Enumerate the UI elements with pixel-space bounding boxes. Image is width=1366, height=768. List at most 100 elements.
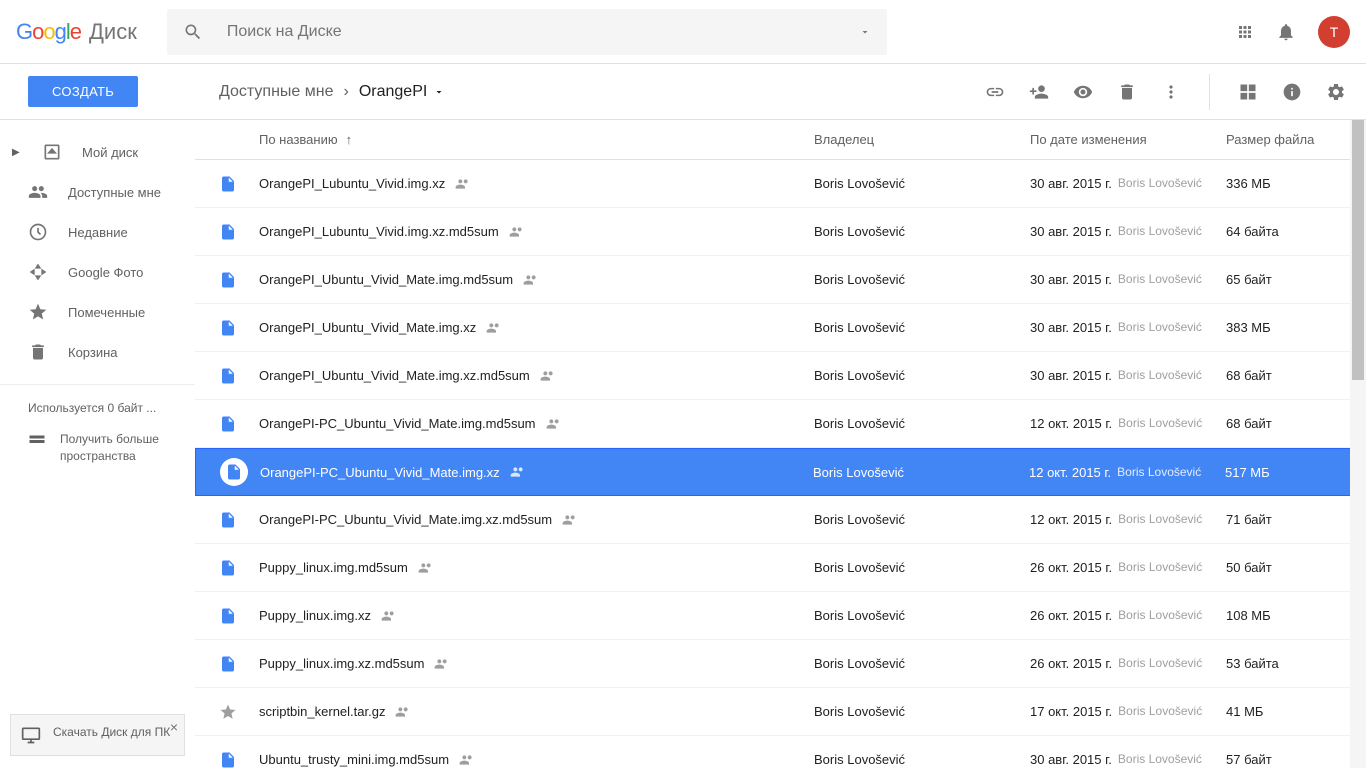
sidebar-item-shared[interactable]: Доступные мне (0, 172, 195, 212)
breadcrumb-current[interactable]: OrangePI (359, 83, 445, 101)
sidebar-item-label: Недавние (68, 225, 128, 240)
table-row[interactable]: Puppy_linux.img.xz.md5sumBoris Lovošević… (195, 640, 1366, 688)
file-icon (220, 458, 260, 486)
sidebar-item-starred[interactable]: Помеченные (0, 292, 195, 332)
scrollbar-thumb[interactable] (1352, 120, 1364, 380)
header: Google Диск T (0, 0, 1366, 64)
star-icon (28, 302, 48, 322)
shared-icon (509, 224, 525, 240)
file-icon (219, 559, 259, 577)
table-row[interactable]: scriptbin_kernel.tar.gzBoris Lovošević17… (195, 688, 1366, 736)
file-size: 50 байт (1226, 560, 1366, 575)
file-date: 30 авг. 2015 г.Boris Lovošević (1030, 320, 1226, 335)
close-icon[interactable]: × (170, 719, 178, 735)
column-owner[interactable]: Владелец (814, 132, 1030, 147)
info-icon[interactable] (1282, 82, 1302, 102)
sidebar: ▶ Мой диск Доступные мне Недавние Google… (0, 120, 195, 768)
file-name: OrangePI_Ubuntu_Vivid_Mate.img.xz (259, 320, 814, 336)
download-drive-card[interactable]: × Скачать Диск для ПК (10, 714, 185, 756)
table-row[interactable]: Puppy_linux.img.md5sumBoris Lovošević26 … (195, 544, 1366, 592)
breadcrumb-root[interactable]: Доступные мне (219, 83, 334, 101)
file-icon (219, 223, 259, 241)
sidebar-item-photos[interactable]: Google Фото (0, 252, 195, 292)
table-row[interactable]: OrangePI-PC_Ubuntu_Vivid_Mate.img.md5sum… (195, 400, 1366, 448)
table-row[interactable]: Puppy_linux.img.xzBoris Lovošević26 окт.… (195, 592, 1366, 640)
divider (1209, 74, 1210, 110)
search-icon (183, 22, 203, 42)
sidebar-item-mydrive[interactable]: ▶ Мой диск (0, 132, 195, 172)
file-icon (219, 607, 259, 625)
table-row[interactable]: OrangePI_Lubuntu_Vivid.img.xzBoris Lovoš… (195, 160, 1366, 208)
file-list: По названию ↑ Владелец По дате изменения… (195, 120, 1366, 768)
column-headers: По названию ↑ Владелец По дате изменения… (195, 120, 1366, 160)
upgrade-label: Получить больше пространства (60, 431, 183, 465)
file-size: 336 МБ (1226, 176, 1366, 191)
table-row[interactable]: OrangePI_Ubuntu_Vivid_Mate.img.xz.md5sum… (195, 352, 1366, 400)
column-modified[interactable]: По дате изменения (1030, 132, 1226, 147)
sidebar-item-recent[interactable]: Недавние (0, 212, 195, 252)
table-row[interactable]: Ubuntu_trusty_mini.img.md5sumBoris Lovoš… (195, 736, 1366, 768)
file-date: 26 окт. 2015 г.Boris Lovošević (1030, 656, 1226, 671)
shared-icon (381, 608, 397, 624)
more-icon[interactable] (1161, 82, 1181, 102)
google-logo: Google (16, 19, 81, 45)
upgrade-storage[interactable]: Получить больше пространства (0, 423, 195, 473)
apps-icon[interactable] (1236, 23, 1254, 41)
file-name: OrangePI-PC_Ubuntu_Vivid_Mate.img.xz.md5… (259, 512, 814, 528)
sidebar-item-trash[interactable]: Корзина (0, 332, 195, 372)
file-name: OrangePI_Ubuntu_Vivid_Mate.img.md5sum (259, 272, 814, 288)
file-date: 26 окт. 2015 г.Boris Lovošević (1030, 608, 1226, 623)
file-icon (219, 271, 259, 289)
file-owner: Boris Lovošević (814, 512, 1030, 527)
file-date: 30 авг. 2015 г.Boris Lovošević (1030, 752, 1226, 767)
table-row[interactable]: OrangePI_Ubuntu_Vivid_Mate.img.md5sumBor… (195, 256, 1366, 304)
file-date: 30 авг. 2015 г.Boris Lovošević (1030, 176, 1226, 191)
table-row[interactable]: OrangePI_Ubuntu_Vivid_Mate.img.xzBoris L… (195, 304, 1366, 352)
sidebar-item-label: Доступные мне (68, 185, 161, 200)
file-name: Puppy_linux.img.md5sum (259, 560, 814, 576)
column-name[interactable]: По названию ↑ (219, 132, 814, 147)
file-size: 41 МБ (1226, 704, 1366, 719)
file-icon (219, 175, 259, 193)
file-owner: Boris Lovošević (814, 272, 1030, 287)
file-icon (219, 319, 259, 337)
create-button[interactable]: СОЗДАТЬ (28, 76, 138, 107)
file-date: 12 окт. 2015 г.Boris Lovošević (1030, 416, 1226, 431)
table-row[interactable]: OrangePI_Lubuntu_Vivid.img.xz.md5sumBori… (195, 208, 1366, 256)
notifications-icon[interactable] (1276, 22, 1296, 42)
link-icon[interactable] (985, 82, 1005, 102)
preview-icon[interactable] (1073, 82, 1093, 102)
drive-icon (42, 142, 62, 162)
logo[interactable]: Google Диск (16, 19, 137, 45)
delete-icon[interactable] (1117, 82, 1137, 102)
download-label: Скачать Диск для ПК (53, 725, 170, 739)
grid-view-icon[interactable] (1238, 82, 1258, 102)
search-dropdown-icon[interactable] (859, 26, 871, 38)
drive-label: Диск (89, 19, 137, 45)
file-size: 383 МБ (1226, 320, 1366, 335)
file-name: OrangePI_Ubuntu_Vivid_Mate.img.xz.md5sum (259, 368, 814, 384)
table-row[interactable]: OrangePI-PC_Ubuntu_Vivid_Mate.img.xzBori… (195, 448, 1366, 496)
share-icon[interactable] (1029, 82, 1049, 102)
chevron-right-icon: › (344, 83, 349, 101)
search-input[interactable] (227, 23, 859, 41)
file-name: scriptbin_kernel.tar.gz (259, 704, 814, 720)
toolbar: СОЗДАТЬ Доступные мне › OrangePI (0, 64, 1366, 120)
avatar[interactable]: T (1318, 16, 1350, 48)
file-size: 517 МБ (1225, 465, 1365, 480)
scrollbar[interactable] (1350, 120, 1366, 768)
expand-arrow-icon[interactable]: ▶ (12, 147, 22, 158)
column-size[interactable]: Размер файла (1226, 132, 1366, 147)
table-row[interactable]: OrangePI-PC_Ubuntu_Vivid_Mate.img.xz.md5… (195, 496, 1366, 544)
monitor-icon (21, 725, 41, 745)
file-owner: Boris Lovošević (814, 368, 1030, 383)
sidebar-item-label: Помеченные (68, 305, 145, 320)
settings-icon[interactable] (1326, 82, 1346, 102)
shared-icon (395, 704, 411, 720)
file-size: 68 байт (1226, 416, 1366, 431)
shared-icon (540, 368, 556, 384)
search-bar[interactable] (167, 9, 887, 55)
shared-icon (523, 272, 539, 288)
file-owner: Boris Lovošević (814, 560, 1030, 575)
file-date: 26 окт. 2015 г.Boris Lovošević (1030, 560, 1226, 575)
